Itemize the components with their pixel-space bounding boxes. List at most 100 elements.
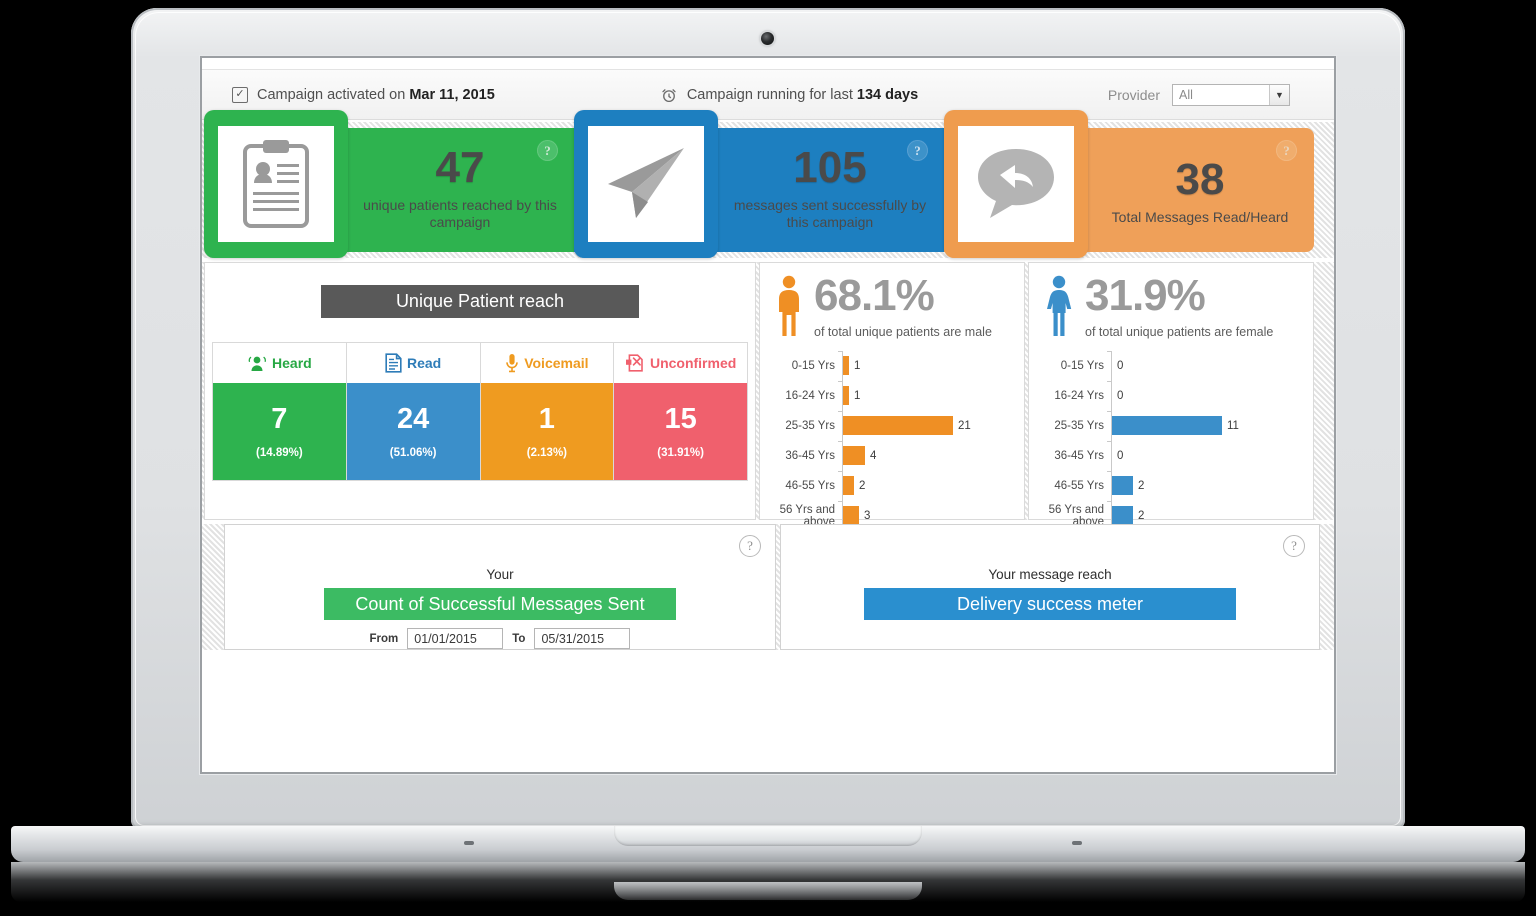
kpi-text-messages-sent: 105 messages sent successfully by this c… <box>730 146 930 231</box>
female-demographics-panel: 31.9% of total unique patients are femal… <box>1028 262 1314 531</box>
age-value: 0 <box>1117 389 1124 402</box>
reach-column-read[interactable]: Read 24 (51.06%) <box>346 343 481 480</box>
laptop-screen: ✓ Campaign activated on Mar 11, 2015 Cam… <box>202 58 1334 772</box>
paper-plane-icon <box>574 110 718 258</box>
laptop-base-foot <box>1072 841 1082 845</box>
reach-column-unconfirmed[interactable]: Unconfirmed 15 (31.91%) <box>614 343 747 480</box>
reach-column-heard[interactable]: Heard 7 (14.89%) <box>213 343 347 480</box>
age-value: 4 <box>870 449 877 462</box>
female-subtitle: of total unique patients are female <box>1085 324 1274 339</box>
successful-messages-title: Your <box>486 567 514 582</box>
female-summary: 31.9% of total unique patients are femal… <box>1029 263 1313 339</box>
reach-header-read: Read <box>346 343 480 383</box>
speech-bubble-reply-icon <box>944 110 1088 258</box>
age-bar <box>1112 476 1133 496</box>
reach-column-voicemail[interactable]: Voicemail 1 (2.13%) <box>480 343 615 480</box>
age-label: 16-24 Yrs <box>1054 389 1104 402</box>
kpi-text-unique-patients: 47 unique patients reached by this campa… <box>360 146 560 231</box>
reach-label-unconfirmed: Unconfirmed <box>649 355 737 371</box>
alarm-clock-icon <box>660 86 678 104</box>
age-value: 3 <box>864 509 871 522</box>
provider-selected-value: All <box>1179 87 1193 102</box>
reach-body-voicemail: 1 (2.13%) <box>480 383 614 480</box>
successful-messages-banner[interactable]: Count of Successful Messages Sent <box>324 588 676 620</box>
chart-row: 46-55 Yrs 2 <box>1035 470 1313 501</box>
delivery-success-banner[interactable]: Delivery success meter <box>864 588 1236 620</box>
male-age-chart: 0-15 Yrs 1 16-24 Yrs 1 25-35 Yrs 21 36-45 Y… <box>766 350 1024 531</box>
help-icon-unique-patients[interactable]: ? <box>537 140 558 161</box>
kpi-text-messages-read: 38 Total Messages Read/Heard <box>1100 158 1300 226</box>
campaign-activated-date: Mar 11, 2015 <box>409 86 495 103</box>
kpi-caption: messages sent successfully by this campa… <box>733 197 927 230</box>
reach-value-voicemail: 1 <box>538 402 555 435</box>
age-label: 46-55 Yrs <box>1054 479 1104 492</box>
age-bar <box>843 356 849 376</box>
campaign-activated-prefix: Campaign activated on <box>257 86 410 103</box>
kpi-caption: unique patients reached by this campaign <box>363 197 557 230</box>
reach-body-read: 24 (51.06%) <box>346 383 480 480</box>
chart-row: 25-35 Yrs 21 <box>766 410 1024 441</box>
help-icon-successful-messages[interactable]: ? <box>739 535 761 557</box>
analytics-row: Unique Patient reach Heard 7 (14.89%) Re… <box>202 262 1334 531</box>
age-value: 0 <box>1117 359 1124 372</box>
age-label: 16-24 Yrs <box>785 389 835 402</box>
age-bar <box>843 476 854 496</box>
help-icon-delivery-success[interactable]: ? <box>1283 535 1305 557</box>
reach-label-heard: Heard <box>272 355 312 371</box>
female-percent: 31.9% <box>1085 271 1206 320</box>
reach-label-read: Read <box>407 355 442 371</box>
from-date-input[interactable]: 01/01/2015 <box>407 628 504 649</box>
screenshot-stage: ✓ Campaign activated on Mar 11, 2015 Cam… <box>0 0 1536 916</box>
from-label: From <box>369 632 399 645</box>
chart-row: 36-45 Yrs 4 <box>766 440 1024 471</box>
kpi-value: 47 <box>435 143 485 192</box>
male-summary: 68.1% of total unique patients are male <box>760 263 1024 339</box>
reach-header-unconfirmed: Unconfirmed <box>614 343 747 383</box>
age-bar <box>843 446 865 466</box>
reach-value-unconfirmed: 15 <box>664 402 697 435</box>
male-figure-icon <box>774 275 804 337</box>
reach-label-voicemail: Voicemail <box>524 355 589 371</box>
age-value: 0 <box>1117 449 1124 462</box>
age-label: 0-15 Yrs <box>791 359 835 372</box>
male-percent: 68.1% <box>814 271 935 320</box>
male-demographics-panel: 68.1% of total unique patients are male … <box>759 262 1025 531</box>
campaign-running-days: 134 days <box>856 86 919 103</box>
browser-chrome-strip <box>202 58 1334 70</box>
campaign-running-text: Campaign running for last 134 days <box>687 87 918 103</box>
kpi-caption: Total Messages Read/Heard <box>1111 209 1289 225</box>
reach-body-heard: 7 (14.89%) <box>213 383 346 480</box>
reach-value-read: 24 <box>396 402 430 435</box>
chart-row: 16-24 Yrs 0 <box>1035 380 1313 411</box>
age-bar <box>1112 506 1133 526</box>
chevron-down-icon[interactable]: ▼ <box>1269 84 1289 105</box>
age-label: 0-15 Yrs <box>1060 359 1104 372</box>
age-value: 11 <box>1227 419 1239 432</box>
age-value: 1 <box>854 359 861 372</box>
reach-pct-voicemail: (2.13%) <box>526 446 568 459</box>
female-figure-icon <box>1043 275 1075 337</box>
provider-label: Provider <box>1107 86 1160 103</box>
age-bar <box>843 416 953 436</box>
reach-pct-read: (51.06%) <box>389 446 437 459</box>
document-x-icon <box>625 353 645 373</box>
reach-pct-heard: (14.89%) <box>256 446 303 459</box>
age-value: 2 <box>859 479 866 492</box>
to-label: To <box>512 632 526 645</box>
help-icon-messages-read[interactable]: ? <box>1276 140 1297 161</box>
age-label: 36-45 Yrs <box>785 449 835 462</box>
to-date-input[interactable]: 05/31/2015 <box>534 628 631 649</box>
provider-select[interactable]: All ▼ <box>1172 83 1290 106</box>
chart-row: 46-55 Yrs 2 <box>766 470 1024 501</box>
laptop-base-foot <box>464 841 474 845</box>
reports-row: ? Your Count of Successful Messages Sent… <box>202 524 1334 650</box>
delivery-success-report-card: ? Your message reach Delivery success me… <box>780 524 1320 650</box>
reach-header-heard: Heard <box>213 343 346 383</box>
microphone-icon <box>505 353 519 373</box>
chart-row: 36-45 Yrs 0 <box>1035 440 1313 471</box>
help-icon-messages-sent[interactable]: ? <box>907 140 928 161</box>
campaign-running-status: Campaign running for last 134 days <box>660 86 918 104</box>
chart-row: 0-15 Yrs 1 <box>766 350 1024 381</box>
checkbox-checked-icon: ✓ <box>232 86 248 103</box>
reach-banner: Unique Patient reach <box>321 285 639 318</box>
